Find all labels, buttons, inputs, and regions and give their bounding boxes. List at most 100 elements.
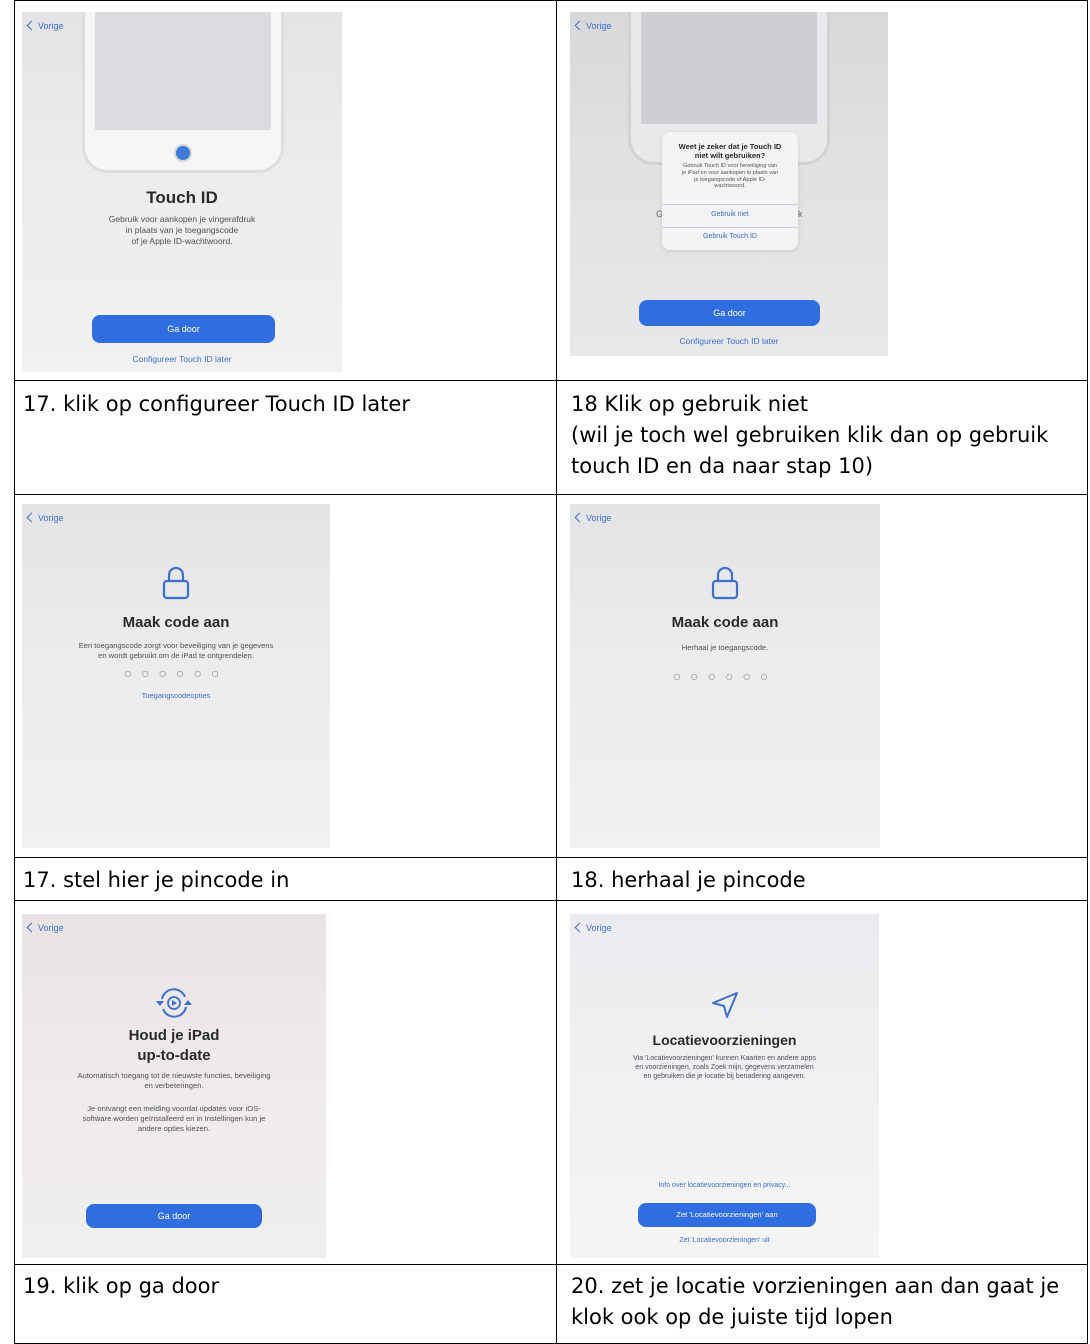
dialog-body-line: je iPad en voor aankopen in plaats van (681, 169, 779, 176)
back-button[interactable]: Vorige (574, 512, 612, 523)
dialog-title-line: Weet je zeker dat je Touch ID (678, 142, 782, 151)
title-line: Houd je iPad (128, 1027, 220, 1044)
caption-step-19: 19. klik op ga door (23, 1274, 220, 1298)
table-row-divider (14, 494, 1088, 495)
chevron-left-icon (26, 512, 37, 523)
dont-use-button[interactable]: Gebruik niet (662, 211, 798, 218)
back-button[interactable]: Vorige (26, 922, 64, 933)
home-button-icon (174, 144, 192, 162)
chevron-left-icon (574, 512, 585, 523)
screenshot-software-update: Vorige Houd je iPad up-to-date Automatis… (22, 914, 326, 1258)
page-title: Houd je iPad up-to-date (22, 1026, 326, 1066)
caption-step-17-pin: 17. stel hier je pincode in (23, 868, 290, 892)
table-row-divider (14, 1264, 1088, 1265)
page-title: Touch ID (146, 188, 218, 207)
page-title: Maak code aan (122, 614, 230, 631)
software-update-icon (156, 988, 192, 1018)
table-border-right (1087, 0, 1088, 1344)
dialog-body-line: je toegangscode of Apple ID- (694, 176, 766, 183)
back-button[interactable]: Vorige (574, 20, 612, 31)
description-line: Een toegangscode zorgt voor beveiliging … (78, 641, 274, 650)
back-button[interactable]: Vorige (26, 20, 64, 31)
back-button[interactable]: Vorige (574, 922, 612, 933)
page-title: Locatievoorzieningen (652, 1032, 797, 1048)
table-border-top (14, 0, 1088, 1)
dialog-title: Weet je zeker dat je Touch ID niet wilt … (662, 142, 798, 160)
description-line: Je ontvangt een melding voordat updates … (87, 1104, 261, 1113)
description-line: Automatisch toegang tot de nieuwste func… (77, 1071, 271, 1080)
description: Herhaal je toegangscode. (681, 643, 769, 652)
screenshot-touch-id: Vorige Touch ID Gebruik voor aankopen je… (22, 12, 342, 372)
description-line: andere opties kiezen. (137, 1124, 211, 1133)
configure-later-link[interactable]: Configureer Touch ID later (22, 354, 342, 364)
description-line: en verbeteringen. (144, 1081, 204, 1090)
caption-line: 18 Klik op gebruik niet (571, 392, 809, 416)
location-on-button[interactable]: Zet 'Locatievoorzieningen' aan (638, 1203, 816, 1227)
description-line: Gebruik voor aankopen je vingerafdruk (108, 214, 256, 224)
page-title: Maak code aan (671, 614, 779, 631)
description-line: Via 'Locatievoorzieningen' kunnen Kaarte… (633, 1055, 816, 1062)
ipad-screen (95, 12, 271, 130)
description: Gebruik voor aankopen je vingerafdruk in… (22, 214, 342, 247)
description-line: en gebruiken die je locatie bij benaderi… (643, 1073, 806, 1080)
caption-line: klok ook op de juiste tijd lopen (571, 1305, 893, 1329)
chevron-left-icon (26, 922, 37, 933)
privacy-info-link[interactable]: Info over locatievoorzieningen en privac… (570, 1182, 879, 1189)
dialog-body-line: Gebruik Touch ID voor beveiliging van (682, 163, 778, 169)
back-label: Vorige (586, 513, 612, 523)
location-arrow-icon (712, 992, 738, 1018)
table-row-divider (14, 900, 1088, 901)
table-row-divider (14, 857, 1088, 858)
lock-icon (162, 566, 190, 600)
caption-line: 20. zet je locatie vorzieningen aan dan … (571, 1274, 1060, 1298)
ipad-illustration (82, 12, 284, 173)
chevron-left-icon (26, 20, 37, 31)
description-line: in plaats van je toegangscode (125, 225, 239, 235)
table-border-middle (556, 0, 557, 1344)
screenshot-create-passcode: Vorige Maak code aan Een toegangscode zo… (22, 504, 330, 848)
title-line: up-to-date (137, 1047, 211, 1064)
ipad-screen (641, 12, 817, 124)
caption-step-18: 18 Klik op gebruik niet (wil je toch wel… (571, 389, 1048, 482)
continue-button[interactable]: Ga door (639, 300, 820, 326)
description: Een toegangscode zorgt voor beveiliging … (22, 641, 330, 661)
dialog-divider (662, 227, 798, 228)
passcode-dots: ○○○○○○ (672, 668, 778, 684)
dialog-divider (662, 204, 798, 205)
continue-button[interactable]: Ga door (86, 1204, 262, 1228)
caption-step-20: 20. zet je locatie vorzieningen aan dan … (571, 1271, 1059, 1333)
table-border-left (14, 0, 15, 1344)
description-line: en voorzieningen, zoals Zoek mijn, gegev… (635, 1064, 814, 1071)
description-line: en wordt gebruikt om de iPad te ontgrend… (98, 651, 254, 660)
location-off-link[interactable]: Zet 'Locatievoorzieningen' uit (570, 1237, 879, 1244)
screenshot-touch-id-dialog: Vorige G ik Weet je zeker dat je Touch I… (570, 12, 888, 356)
description-line: software worden geïnstalleerd en in Inst… (82, 1114, 266, 1123)
passcode-dots: ○○○○○○ (123, 665, 229, 681)
chevron-left-icon (574, 20, 585, 31)
confirm-dialog: Weet je zeker dat je Touch ID niet wilt … (662, 132, 798, 250)
back-label: Vorige (38, 923, 64, 933)
dialog-body-line: wachtwoord. (714, 183, 746, 190)
screenshot-repeat-passcode: Vorige Maak code aan Herhaal je toegangs… (570, 504, 880, 848)
back-label: Vorige (38, 21, 64, 31)
back-button[interactable]: Vorige (26, 512, 64, 523)
description: Automatisch toegang tot de nieuwste func… (22, 1071, 326, 1091)
use-touch-id-button[interactable]: Gebruik Touch ID (662, 233, 798, 240)
dialog-title-line: niet wilt gebruiken? (694, 151, 766, 160)
description: Via 'Locatievoorzieningen' kunnen Kaarte… (570, 1054, 879, 1081)
back-label: Vorige (586, 923, 612, 933)
description-line: of je Apple ID-wachtwoord. (131, 236, 233, 246)
passcode-options-link[interactable]: Toegangscodeopties (22, 691, 330, 700)
continue-button[interactable]: Ga door (92, 315, 275, 343)
instruction-table: Vorige Touch ID Gebruik voor aankopen je… (0, 0, 1090, 1344)
back-label: Vorige (586, 21, 612, 31)
description: Je ontvangt een melding voordat updates … (22, 1104, 326, 1134)
configure-later-link[interactable]: Configureer Touch ID later (570, 336, 888, 346)
back-label: Vorige (38, 513, 64, 523)
table-row-divider (14, 380, 1088, 381)
caption-line: (wil je toch wel gebruiken klik dan op g… (571, 423, 1049, 447)
screenshot-location-services: Vorige Locatievoorzieningen Via 'Locatie… (570, 914, 879, 1258)
dialog-body: Gebruik Touch ID voor beveiliging van je… (662, 163, 798, 190)
chevron-left-icon (574, 922, 585, 933)
caption-step-18-pin: 18. herhaal je pincode (571, 868, 806, 892)
